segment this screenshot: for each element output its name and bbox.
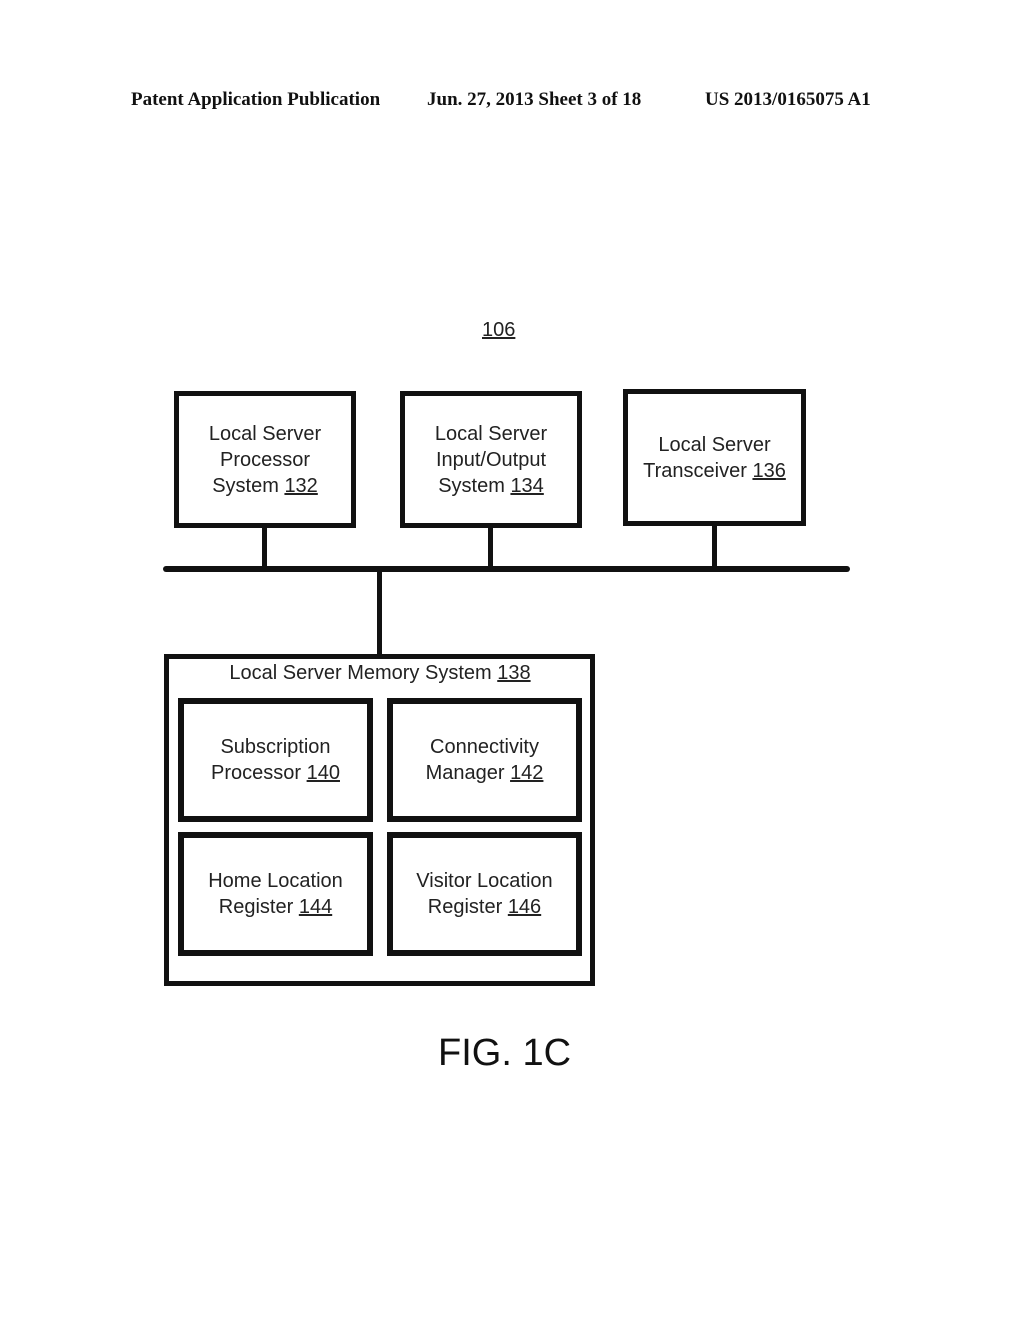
figure-label: FIG. 1C	[438, 1032, 572, 1074]
reference-number: 144	[298, 896, 333, 918]
block-line: Connectivity	[430, 736, 539, 758]
subscription-processor-block: Subscription Processor 140	[178, 698, 373, 822]
block-line: Register	[218, 896, 299, 918]
connector-transceiver	[712, 525, 717, 570]
reference-number: 142	[510, 762, 544, 784]
connector-memory	[377, 570, 382, 656]
block-line: Register	[427, 896, 508, 918]
block-line: Local Server	[658, 433, 771, 456]
diagram-reference-number: 106	[482, 319, 516, 341]
reference-number: 136	[752, 459, 786, 482]
memory-system-title: Local Server Memory System 138	[168, 662, 592, 685]
block-line: System	[438, 474, 511, 497]
block-line: Home Location	[208, 870, 343, 892]
block-line: Input/Output	[435, 448, 547, 471]
reference-number: 138	[497, 662, 531, 684]
reference-number: 134	[510, 474, 544, 497]
block-line: Manager	[425, 762, 511, 784]
publication-label: Patent Application Publication	[131, 89, 381, 110]
block-line: System	[212, 474, 285, 497]
io-system-block: Local Server Input/Output System 134	[400, 391, 582, 528]
processor-system-block: Local Server Processor System 132	[174, 391, 356, 528]
reference-number: 132	[284, 474, 318, 497]
visitor-location-register-block: Visitor Location Register 146	[387, 832, 582, 956]
home-location-register-block: Home Location Register 144	[178, 832, 373, 956]
block-line: Subscription	[220, 736, 331, 758]
block-line: Transceiver	[643, 459, 753, 482]
transceiver-block: Local Server Transceiver 136	[623, 389, 806, 526]
memory-title-text: Local Server Memory System	[229, 662, 498, 684]
date-sheet-label: Jun. 27, 2013 Sheet 3 of 18	[427, 89, 642, 110]
reference-number: 140	[306, 762, 340, 784]
connector-processor	[262, 527, 267, 570]
block-line: Processor	[219, 448, 311, 471]
connectivity-manager-block: Connectivity Manager 142	[387, 698, 582, 822]
block-line: Local Server	[208, 422, 322, 445]
block-line: Visitor Location	[416, 870, 553, 892]
block-line: Processor	[211, 762, 307, 784]
connector-io	[488, 527, 493, 570]
system-bus	[163, 566, 850, 572]
reference-number: 146	[507, 896, 542, 918]
patent-number: US 2013/0165075 A1	[705, 89, 871, 110]
block-line: Local Server	[434, 422, 548, 445]
